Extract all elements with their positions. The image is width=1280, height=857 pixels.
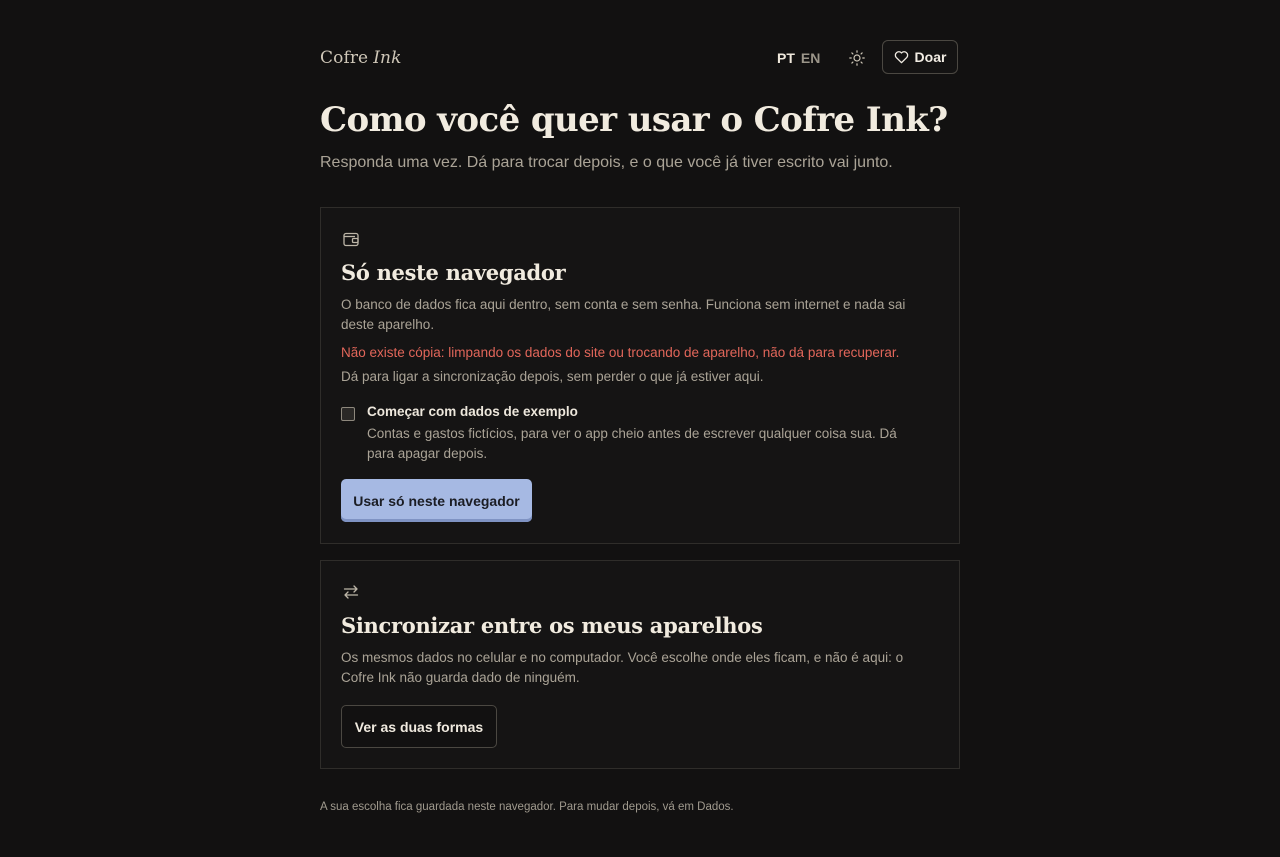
sample-data-title[interactable]: Começar com dados de exemplo	[367, 404, 578, 419]
brand-logo[interactable]: Cofre Ink	[320, 48, 402, 68]
donate-label: Doar	[914, 49, 947, 65]
sync-option-description: Os mesmos dados no celular e no computad…	[341, 650, 904, 685]
arrows-exchange-icon	[343, 585, 359, 599]
sample-data-description: Contas e gastos fictícios, para ver o ap…	[367, 426, 897, 461]
language-en[interactable]: EN	[801, 50, 820, 66]
use-local-browser-button[interactable]: Usar só neste navegador	[341, 479, 532, 522]
local-option-title: Só neste navegador	[341, 260, 566, 285]
local-option-note: Dá para ligar a sincronização depois, se…	[341, 369, 764, 384]
heart-icon	[894, 51, 908, 64]
local-browser-option-card: Só neste navegador O banco de dados fica…	[320, 207, 960, 544]
language-switcher: PT EN	[777, 50, 820, 66]
theme-toggle-button[interactable]	[848, 49, 866, 67]
language-pt[interactable]: PT	[777, 50, 795, 66]
local-option-description: O banco de dados fica aqui dentro, sem c…	[341, 297, 906, 332]
donate-button[interactable]: Doar	[882, 40, 958, 74]
sample-data-checkbox[interactable]	[341, 407, 355, 421]
sync-option-card: Sincronizar entre os meus aparelhos Os m…	[320, 560, 960, 769]
brand-name-italic: Ink	[373, 48, 402, 68]
page-subtitle: Responda uma vez. Dá para trocar depois,…	[320, 154, 893, 171]
wallet-icon	[343, 232, 359, 247]
top-bar: Cofre Ink PT EN Doar	[320, 40, 960, 76]
sun-icon	[849, 50, 865, 66]
brand-name: Cofre	[320, 48, 369, 68]
see-both-ways-button[interactable]: Ver as duas formas	[341, 705, 497, 748]
local-option-warning: Não existe cópia: limpando os dados do s…	[341, 345, 900, 360]
footer-note: A sua escolha fica guardada neste navega…	[320, 801, 734, 813]
page-title: Como você quer usar o Cofre Ink?	[320, 100, 948, 140]
sync-option-title: Sincronizar entre os meus aparelhos	[341, 613, 763, 638]
